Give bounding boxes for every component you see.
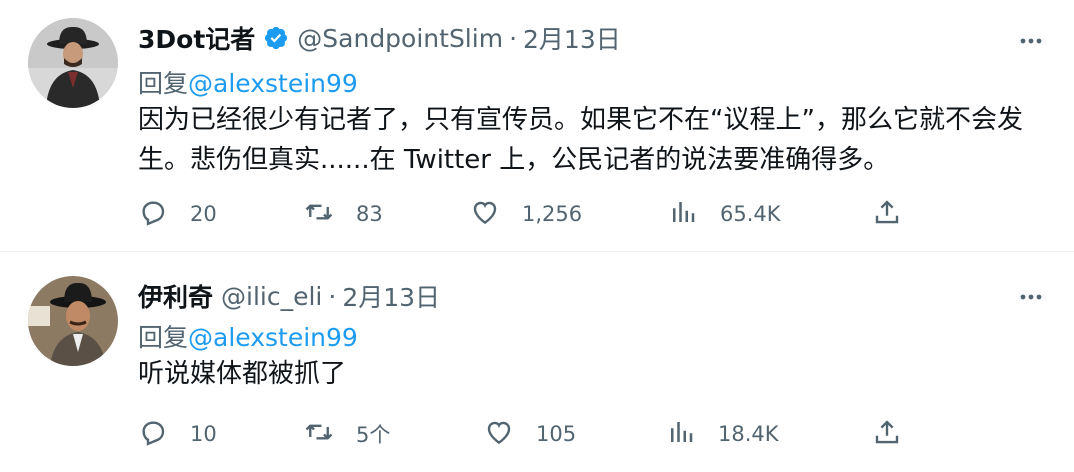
reply-count: 10 bbox=[190, 422, 217, 446]
reply-button[interactable]: 20 bbox=[138, 194, 217, 234]
retweet-icon bbox=[304, 197, 334, 232]
reply-icon bbox=[138, 197, 168, 232]
tweet[interactable]: 伊利奇 @ilic_eli · 2月13日 回复@alexstein99 听说媒… bbox=[0, 252, 1074, 472]
heart-icon bbox=[484, 417, 514, 452]
share-button[interactable] bbox=[872, 194, 902, 234]
retweet-count: 5个 bbox=[356, 423, 391, 447]
like-button[interactable]: 1,256 bbox=[470, 194, 582, 234]
views-icon bbox=[666, 417, 696, 452]
share-button[interactable] bbox=[872, 414, 902, 454]
reply-label: 回复 bbox=[138, 69, 189, 98]
avatar[interactable] bbox=[28, 276, 118, 366]
retweet-icon bbox=[304, 417, 334, 452]
reply-button[interactable]: 10 bbox=[138, 414, 217, 454]
like-button[interactable]: 105 bbox=[484, 414, 576, 454]
views-icon bbox=[668, 197, 698, 232]
reply-label: 回复 bbox=[138, 323, 189, 352]
separator-dot: · bbox=[328, 281, 337, 311]
reply-context: 回复@alexstein99 bbox=[138, 64, 358, 100]
share-icon bbox=[872, 417, 902, 452]
separator-dot: · bbox=[509, 23, 518, 53]
avatar[interactable] bbox=[28, 18, 118, 108]
tweet[interactable]: 3Dot记者 @SandpointSlim · 2月13日 回复@alexste… bbox=[0, 0, 1074, 252]
retweet-button[interactable]: 5个 bbox=[304, 414, 390, 454]
reply-context: 回复@alexstein99 bbox=[138, 318, 358, 354]
tweet-actions: 20 83 1,256 65.4K bbox=[138, 194, 918, 234]
retweet-count: 83 bbox=[356, 202, 383, 226]
author-name[interactable]: 3Dot记者 bbox=[138, 20, 255, 56]
tweet-date[interactable]: 2月13日 bbox=[342, 278, 440, 314]
more-icon[interactable] bbox=[1014, 280, 1048, 314]
views-button[interactable]: 65.4K bbox=[668, 194, 781, 234]
views-button[interactable]: 18.4K bbox=[666, 414, 779, 454]
reply-mention-link[interactable]: @alexstein99 bbox=[188, 69, 358, 98]
reply-icon bbox=[138, 417, 168, 452]
author-name[interactable]: 伊利奇 bbox=[138, 278, 213, 314]
like-count: 1,256 bbox=[522, 202, 583, 226]
tweet-text: 因为已经很少有记者了，只有宣传员。如果它不在“议程上”，那么它就不会发生。悲伤但… bbox=[138, 105, 1023, 175]
author-handle[interactable]: @SandpointSlim bbox=[297, 24, 503, 53]
tweet-header: 3Dot记者 @SandpointSlim · 2月13日 bbox=[138, 18, 621, 58]
view-count: 65.4K bbox=[720, 202, 781, 226]
reply-count: 20 bbox=[190, 202, 217, 226]
tweet-date[interactable]: 2月13日 bbox=[523, 20, 621, 56]
tweet-actions: 10 5个 105 18.4K bbox=[138, 414, 918, 454]
tweet-text: 听说媒体都被抓了 bbox=[138, 359, 347, 389]
retweet-button[interactable]: 83 bbox=[304, 194, 383, 234]
share-icon bbox=[872, 197, 902, 232]
heart-icon bbox=[470, 197, 500, 232]
like-count: 105 bbox=[536, 422, 577, 446]
view-count: 18.4K bbox=[718, 422, 779, 446]
verified-badge-icon bbox=[263, 25, 289, 51]
tweet-header: 伊利奇 @ilic_eli · 2月13日 bbox=[138, 276, 440, 316]
author-handle[interactable]: @ilic_eli bbox=[221, 282, 322, 311]
more-icon[interactable] bbox=[1014, 24, 1048, 58]
reply-mention-link[interactable]: @alexstein99 bbox=[188, 323, 358, 352]
